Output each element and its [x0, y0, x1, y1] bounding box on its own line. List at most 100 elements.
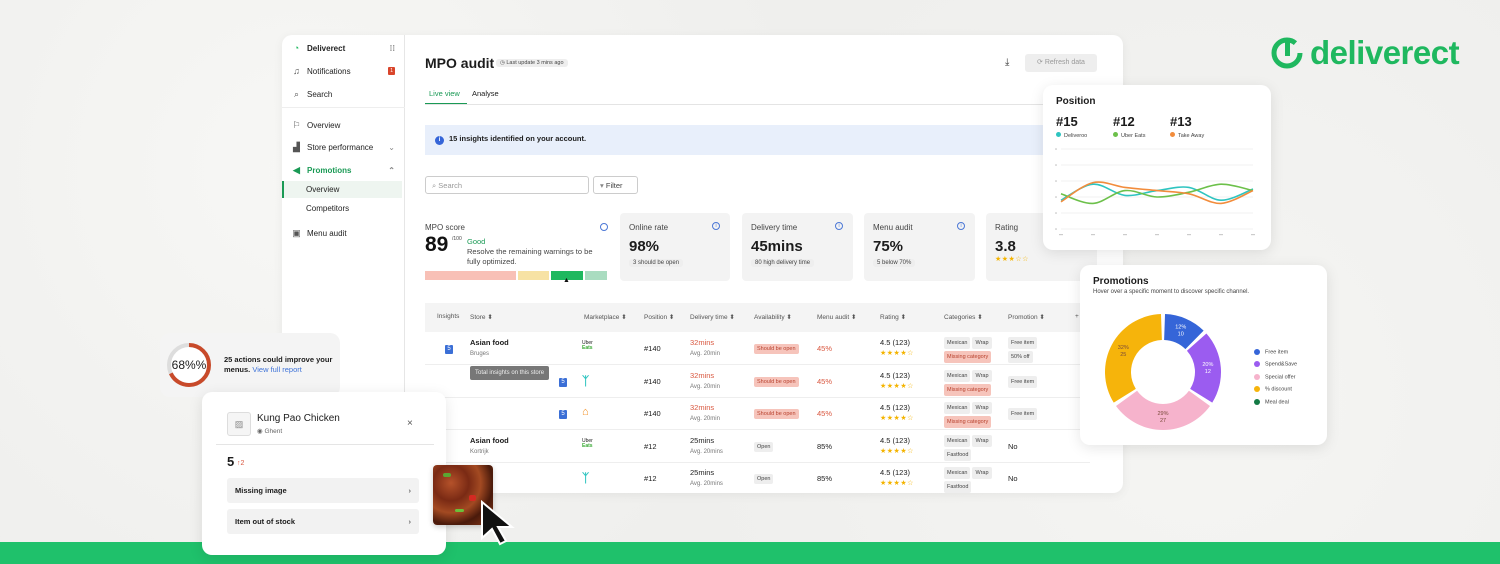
chevron-down-icon: ⌄ — [388, 143, 395, 152]
kpi-value: 98% — [629, 238, 660, 255]
y-tick — [1055, 212, 1057, 214]
column-header[interactable]: Store ⬍ — [470, 313, 493, 321]
issue-out-of-stock[interactable]: Item out of stock › — [227, 509, 419, 534]
view-full-report-link[interactable]: View full report — [252, 365, 301, 374]
legend-label: Deliveroo — [1064, 133, 1088, 139]
delivery-avg: Avg. 20min — [690, 383, 720, 390]
x-tick — [1251, 234, 1255, 236]
availability-badge: Should be open — [754, 376, 799, 387]
column-header[interactable]: Promotion ⬍ — [1008, 313, 1045, 321]
table-row[interactable]: Asian food Kortrijk Uber Eats #12 25mins Avg. … — [425, 430, 1090, 463]
promotion-tag: Free item — [1008, 375, 1038, 388]
legend-item[interactable]: Meal deal — [1254, 398, 1297, 405]
slice-count-label: 10 — [1178, 332, 1184, 338]
legend-item[interactable]: Free item — [1254, 349, 1297, 355]
menu-icon: ▣ — [292, 228, 301, 238]
grid-icon[interactable]: ⁞⁞ — [390, 44, 395, 53]
menu-audit-score: 85% — [817, 474, 833, 483]
close-icon[interactable]: × — [407, 418, 413, 429]
column-header[interactable]: Rating ⬍ — [880, 313, 906, 321]
kpi-note: 5 below 70% — [873, 259, 916, 267]
sidebar-item-search[interactable]: ⌕ Search — [292, 89, 395, 100]
y-tick — [1055, 180, 1057, 182]
column-header[interactable]: Marketplace ⬍ — [584, 313, 627, 321]
score-bar-poor — [425, 271, 516, 280]
info-icon[interactable]: i — [957, 222, 965, 230]
insights-count-badge[interactable]: 5 — [445, 345, 453, 354]
deliverect-logo: deliverect — [1270, 34, 1460, 72]
legend-label: Free item — [1265, 349, 1289, 356]
legend-dot-icon — [1056, 132, 1061, 137]
score-value: 89 — [425, 233, 449, 256]
actions-text-block: 25 actions could improve your menus. Vie… — [224, 355, 334, 375]
category-tag: Mexican — [944, 402, 971, 414]
donut-slice--discount[interactable] — [1105, 314, 1162, 403]
table-row[interactable]: 5 ⌂ #140 32mins Avg. 20min Should be open 45% 4… — [425, 397, 1090, 430]
kpi-note: 3 should be open — [629, 259, 684, 267]
column-header[interactable]: Categories ⬍ — [944, 313, 983, 321]
sidebar-item-overview[interactable]: ⚐ Overview — [292, 120, 395, 131]
legend-item[interactable]: Special offer — [1254, 373, 1297, 380]
category-tag: Fastfood — [944, 481, 972, 493]
delivery-avg: Avg. 20mins — [690, 448, 723, 455]
issue-missing-image[interactable]: Missing image › — [227, 478, 419, 503]
sidebar-item-promotions[interactable]: ◀ Promotions ⌃ — [292, 165, 395, 176]
sidebar-item-menu-audit[interactable]: ▣ Menu audit — [292, 228, 395, 239]
table-row[interactable]: 5 Asian food Bruges Uber Eats #140 32mins Avg. … — [425, 332, 1090, 365]
menu-audit-score: 45% — [817, 409, 833, 418]
position: #12 — [644, 474, 657, 483]
cursor-icon — [481, 500, 515, 546]
filter-label: Filter — [605, 181, 623, 190]
insights-count-badge[interactable]: 5 — [559, 377, 567, 387]
info-icon[interactable]: i — [712, 222, 720, 230]
filter-button[interactable]: ▾ Filter — [593, 176, 638, 194]
tab-analyse[interactable]: Analyse — [472, 89, 499, 98]
slice-count-label: 25 — [1120, 352, 1126, 358]
score-label: MPO score — [425, 223, 466, 232]
chevron-up-icon: ⌃ — [388, 166, 395, 175]
last-update-badge: ◷ Last update 3 mins ago — [496, 59, 568, 67]
sidebar-item-promotions-overview[interactable]: Overview — [306, 185, 409, 194]
sidebar-app[interactable]: ◔ Deliverect ⁞⁞ — [292, 43, 395, 53]
info-icon[interactable] — [600, 223, 608, 231]
label: Promotions — [307, 166, 352, 175]
sidebar-item-store-performance[interactable]: ▟ Store performance ⌄ — [292, 142, 395, 153]
table-row[interactable]: ᛉ #12 25mins Avg. 20mins Open 85% 4.5 (123) ★★★… — [425, 462, 1090, 493]
y-tick — [1055, 196, 1057, 198]
column-header[interactable]: Delivery time ⬍ — [690, 313, 735, 321]
missing-category-tag: Missing category — [944, 351, 992, 363]
column-header[interactable]: + — [1075, 313, 1079, 320]
promotions-card: Promotions Hover over a specific moment … — [1080, 265, 1327, 445]
download-icon[interactable]: ⤓ — [1005, 57, 1009, 68]
legend-item[interactable]: Spend&Save — [1254, 361, 1297, 368]
category-tag: Wrap — [972, 337, 992, 349]
column-header[interactable]: Availability ⬍ — [754, 313, 792, 321]
legend-item[interactable]: % discount — [1254, 386, 1297, 393]
mpo-score-card: MPO score 89 /100 Good Resolve the remai… — [425, 223, 608, 284]
info-icon[interactable]: i — [835, 222, 843, 230]
delivery-time: 32mins — [690, 370, 715, 380]
availability-badge: Should be open — [754, 409, 799, 419]
column-header[interactable]: Insights — [437, 313, 459, 320]
search-placeholder: Search — [438, 181, 463, 190]
insights-count-badge[interactable]: 5 — [559, 410, 567, 419]
actions-card: 68%% 25 actions could improve your menus… — [160, 333, 340, 397]
refresh-data-button[interactable]: ⟳ Refresh data — [1025, 54, 1097, 72]
sidebar-item-competitors[interactable]: Competitors — [306, 204, 409, 213]
progress-percent: 68%% — [171, 358, 207, 372]
score-max: /100 — [452, 236, 462, 242]
sidebar-item-notifications[interactable]: ♫ Notifications 1 — [292, 66, 395, 76]
column-header[interactable]: Position ⬍ — [644, 313, 674, 321]
notification-badge: 1 — [388, 67, 395, 75]
category-tag: Mexican — [944, 467, 971, 479]
promotion-none: No — [1008, 474, 1018, 483]
position-legend-item: Uber Eats — [1113, 132, 1145, 139]
score-status: Good — [467, 237, 486, 246]
tab-live-view[interactable]: Live view — [425, 89, 467, 105]
search-input[interactable]: ⌕ Search — [425, 176, 589, 194]
position-legend-item: Take Away — [1170, 132, 1204, 139]
slice-percent-label: 12% — [1175, 325, 1186, 331]
column-header[interactable]: Menu audit ⬍ — [817, 313, 856, 321]
legend-dot-icon — [1113, 132, 1118, 137]
legend-dot-icon — [1254, 349, 1260, 355]
